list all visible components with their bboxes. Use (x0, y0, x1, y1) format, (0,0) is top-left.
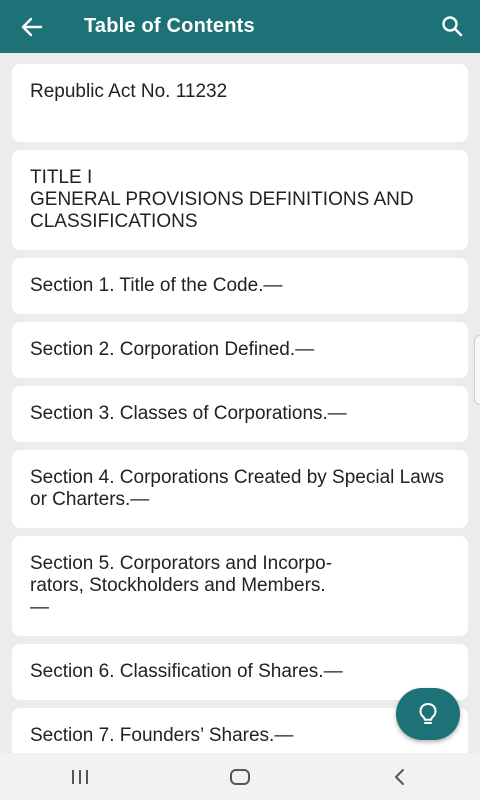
toc-item-label: Section 1. Title of the Code.— (30, 275, 283, 296)
lightbulb-icon (419, 703, 437, 724)
tip-fab-button[interactable] (396, 688, 460, 740)
toc-item-label: Section 3. Classes of Corporations.— (30, 403, 347, 424)
toc-item[interactable]: Section 4. Corporations Created by Speci… (12, 450, 468, 528)
scroll-handle[interactable] (474, 335, 480, 405)
app-bar: Table of Contents (0, 0, 480, 53)
toc-item[interactable]: Section 5. Corporators and Incorpo- rato… (12, 536, 468, 636)
toc-item[interactable]: Section 6. Classification of Shares.— (12, 644, 468, 700)
toc-item-label: Section 4. Corporations Created by Speci… (30, 467, 445, 510)
back-button[interactable] (0, 0, 64, 53)
toc-item-label: TITLE I GENERAL PROVISIONS DEFINITIONS A… (30, 167, 414, 232)
toc-item[interactable]: Section 1. Title of the Code.— (12, 258, 468, 314)
page-title: Table of Contents (84, 15, 255, 37)
system-nav-bar (0, 753, 480, 800)
toc-item-label: Section 5. Corporators and Incorpo- rato… (30, 553, 333, 618)
toc-item-label: Section 2. Corporation Defined.— (30, 339, 315, 360)
toc-item[interactable]: TITLE I GENERAL PROVISIONS DEFINITIONS A… (12, 150, 468, 250)
home-button[interactable] (210, 757, 270, 797)
toc-item-label: Republic Act No. 11232 (30, 81, 228, 102)
home-icon (230, 768, 250, 785)
toc-list[interactable]: Republic Act No. 11232 TITLE I GENERAL PR… (0, 53, 480, 753)
toc-item-label: Section 7. Founders’ Shares.— (30, 725, 294, 746)
search-icon (442, 16, 463, 37)
recents-icon (72, 769, 88, 784)
arrow-left-icon (21, 17, 43, 36)
toc-item[interactable]: Republic Act No. 11232 (12, 64, 468, 142)
toc-item[interactable]: Section 2. Corporation Defined.— (12, 322, 468, 378)
nav-back-icon (395, 768, 404, 785)
nav-back-button[interactable] (370, 757, 430, 797)
toc-item[interactable]: Section 3. Classes of Corporations.— (12, 386, 468, 442)
toc-item-label: Section 6. Classification of Shares.— (30, 661, 343, 682)
recents-button[interactable] (50, 757, 110, 797)
search-button[interactable] (438, 12, 466, 40)
